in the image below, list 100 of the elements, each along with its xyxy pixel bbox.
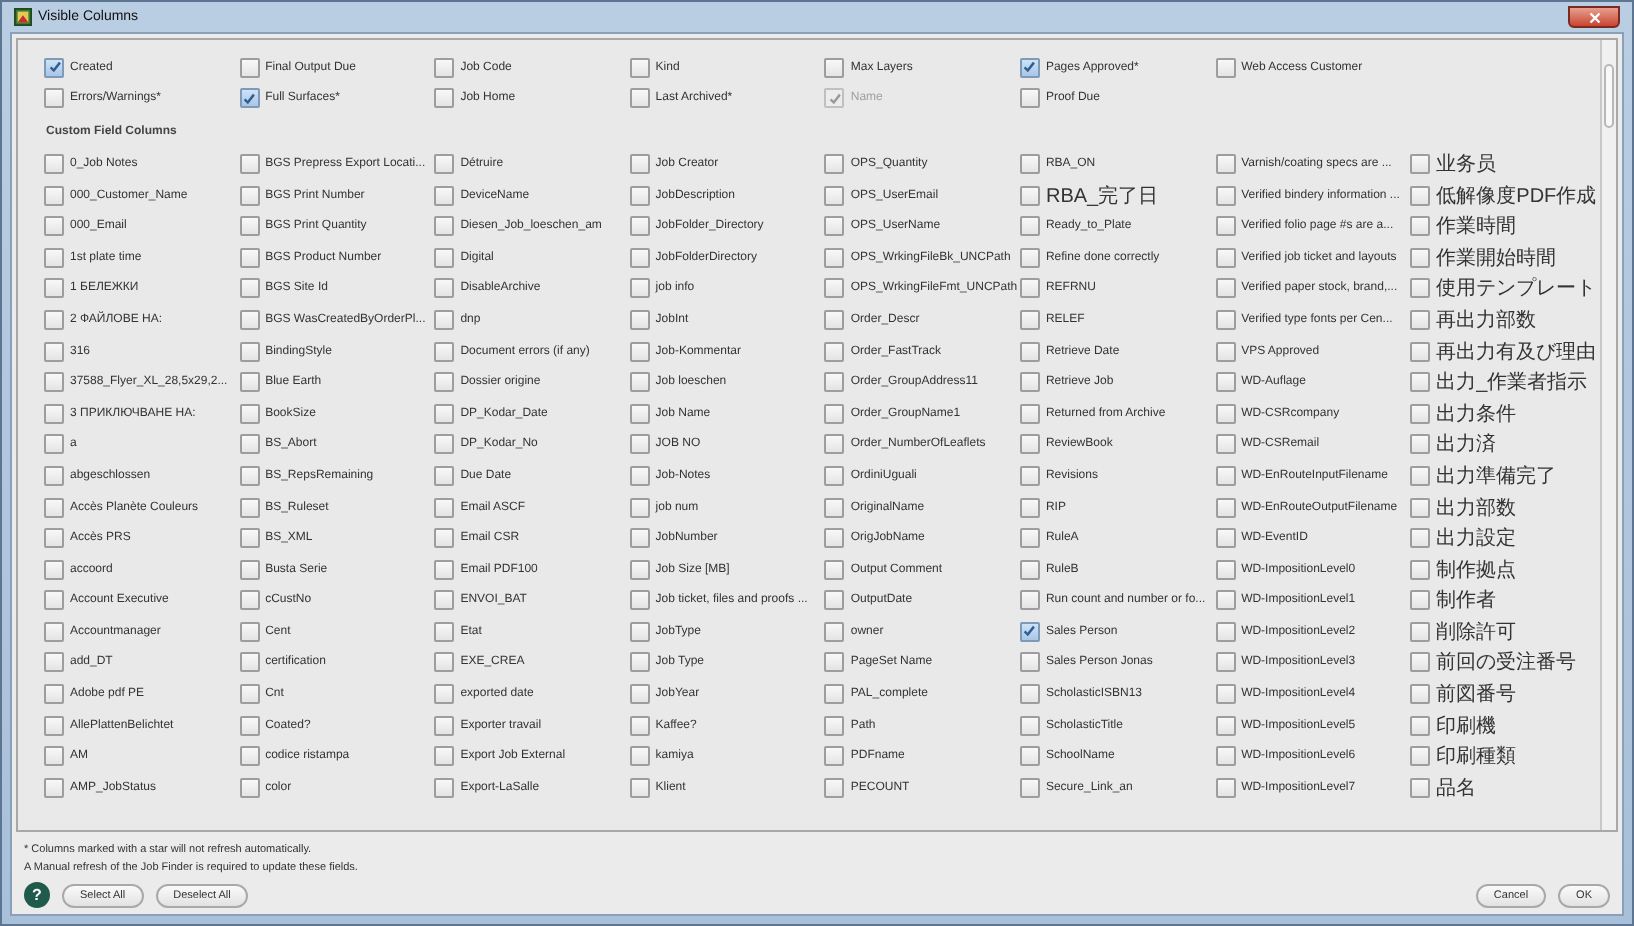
column-option[interactable]: 再出力有及び理由	[1410, 335, 1600, 367]
checkbox[interactable]	[1019, 434, 1040, 455]
checkbox[interactable]	[1215, 621, 1236, 642]
checkbox[interactable]	[629, 434, 650, 455]
checkbox[interactable]	[434, 185, 455, 206]
checkbox[interactable]	[44, 465, 64, 486]
checkbox[interactable]	[1410, 777, 1431, 798]
column-option[interactable]: 制作者	[1410, 585, 1600, 617]
checkbox[interactable]	[629, 88, 650, 109]
checkbox[interactable]	[44, 185, 64, 206]
checkbox[interactable]	[1215, 528, 1236, 549]
checkbox[interactable]	[629, 497, 650, 518]
checkbox[interactable]	[239, 403, 260, 424]
checkbox[interactable]	[629, 341, 650, 362]
checkbox[interactable]	[824, 372, 845, 393]
checkbox[interactable]	[629, 247, 650, 268]
checkbox[interactable]	[629, 652, 650, 673]
checkbox[interactable]	[434, 528, 455, 549]
checkbox[interactable]	[824, 57, 845, 78]
checkbox[interactable]	[1410, 528, 1431, 549]
column-option[interactable]: 使用テンプレート	[1410, 273, 1600, 305]
checkbox[interactable]	[44, 590, 64, 611]
checkbox[interactable]	[1410, 715, 1431, 736]
checkbox[interactable]	[434, 590, 455, 611]
checkbox[interactable]	[239, 559, 260, 580]
checkbox[interactable]	[629, 715, 650, 736]
checkbox[interactable]	[239, 88, 260, 109]
column-option[interactable]: 出力_作業者指示	[1410, 366, 1600, 398]
column-option[interactable]: 出力準備完了	[1410, 460, 1600, 492]
checkbox[interactable]	[1215, 403, 1236, 424]
checkbox[interactable]	[1215, 57, 1236, 78]
checkbox[interactable]	[239, 465, 260, 486]
checkbox[interactable]	[1019, 403, 1040, 424]
checkbox[interactable]	[824, 746, 845, 767]
column-option[interactable]: 作業時間	[1410, 210, 1600, 242]
checkbox[interactable]	[239, 247, 260, 268]
checkbox[interactable]	[629, 777, 650, 798]
checkbox[interactable]	[44, 652, 64, 673]
checkbox[interactable]	[44, 309, 64, 330]
checkbox[interactable]	[1215, 684, 1236, 705]
checkbox[interactable]	[1410, 746, 1431, 767]
checkbox[interactable]	[629, 621, 650, 642]
column-option[interactable]: 再出力部数	[1410, 304, 1600, 336]
column-option[interactable]: 出力済	[1410, 429, 1600, 461]
checkbox[interactable]	[44, 621, 64, 642]
column-option[interactable]: 制作拠点	[1410, 553, 1600, 585]
checkbox[interactable]	[1215, 715, 1236, 736]
checkbox[interactable]	[434, 497, 455, 518]
checkbox[interactable]	[824, 559, 845, 580]
checkbox[interactable]	[239, 216, 260, 237]
checkbox[interactable]	[434, 247, 455, 268]
checkbox[interactable]	[44, 497, 64, 518]
checkbox[interactable]	[44, 715, 64, 736]
checkbox[interactable]	[629, 278, 650, 299]
checkbox[interactable]	[824, 465, 845, 486]
checkbox[interactable]	[44, 278, 64, 299]
checkbox[interactable]	[434, 278, 455, 299]
checkbox[interactable]	[1019, 185, 1040, 206]
checkbox[interactable]	[1019, 153, 1040, 174]
checkbox[interactable]	[1019, 309, 1040, 330]
checkbox[interactable]	[1410, 341, 1431, 362]
checkbox[interactable]	[1019, 559, 1040, 580]
checkbox[interactable]	[1019, 684, 1040, 705]
checkbox[interactable]	[629, 153, 650, 174]
checkbox[interactable]	[629, 185, 650, 206]
checkbox[interactable]	[629, 57, 650, 78]
checkbox[interactable]	[239, 777, 260, 798]
help-button[interactable]: ?	[24, 882, 50, 908]
checkbox[interactable]	[434, 715, 455, 736]
checkbox[interactable]	[1410, 621, 1431, 642]
checkbox[interactable]	[1215, 590, 1236, 611]
scrollbar[interactable]	[1600, 40, 1616, 830]
column-option[interactable]: 业务员	[1410, 148, 1600, 180]
checkbox[interactable]	[824, 652, 845, 673]
checkbox[interactable]	[1019, 372, 1040, 393]
checkbox[interactable]	[239, 497, 260, 518]
checkbox[interactable]	[1019, 247, 1040, 268]
column-option[interactable]: 削除許可	[1410, 616, 1600, 648]
checkbox[interactable]	[629, 559, 650, 580]
checkbox[interactable]	[434, 777, 455, 798]
checkbox[interactable]	[1410, 652, 1431, 673]
checkbox[interactable]	[824, 528, 845, 549]
column-option[interactable]: 前回の受注番号	[1410, 647, 1600, 679]
checkbox[interactable]	[1215, 247, 1236, 268]
checkbox[interactable]	[239, 309, 260, 330]
checkbox[interactable]	[824, 403, 845, 424]
checkbox[interactable]	[1410, 684, 1431, 705]
checkbox[interactable]	[629, 403, 650, 424]
checkbox[interactable]	[1410, 497, 1431, 518]
checkbox[interactable]	[1215, 497, 1236, 518]
checkbox[interactable]	[1410, 247, 1431, 268]
checkbox[interactable]	[1019, 746, 1040, 767]
checkbox[interactable]	[239, 185, 260, 206]
checkbox[interactable]	[44, 684, 64, 705]
checkbox[interactable]	[239, 715, 260, 736]
checkbox[interactable]	[824, 185, 845, 206]
column-option[interactable]: 出力条件	[1410, 397, 1600, 430]
column-option[interactable]: 印刷機	[1410, 709, 1600, 741]
checkbox[interactable]	[434, 309, 455, 330]
checkbox[interactable]	[239, 746, 260, 767]
